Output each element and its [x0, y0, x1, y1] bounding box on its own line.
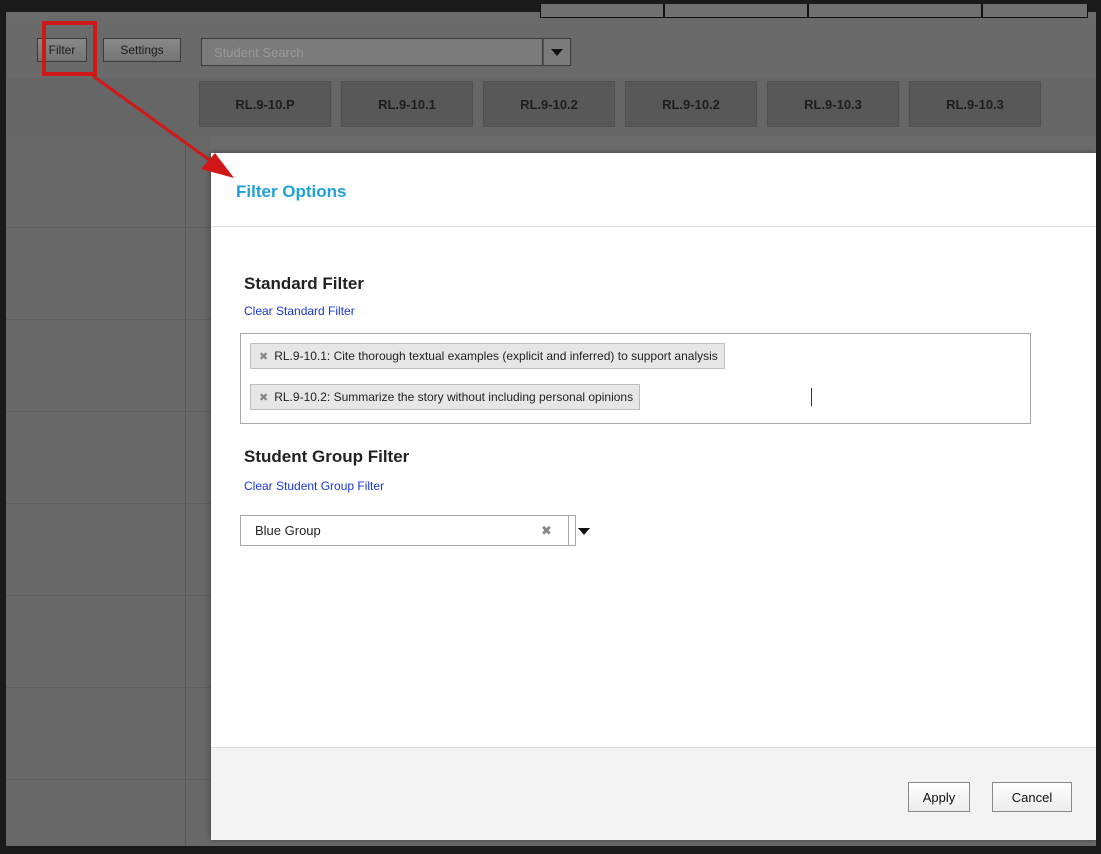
grid-row — [6, 136, 211, 228]
column-header[interactable]: RL.9-10.1 — [341, 81, 473, 127]
standard-tag-label: RL.9-10.2: Summarize the story without i… — [274, 390, 634, 404]
grid-cell — [6, 504, 186, 595]
grid-cell — [6, 780, 186, 850]
grid-cell — [6, 228, 186, 319]
close-icon[interactable]: ✖ — [259, 391, 268, 404]
top-header-cell — [982, 4, 1088, 18]
text-cursor — [811, 388, 812, 406]
close-icon[interactable]: ✖ — [259, 350, 268, 363]
apply-button[interactable]: Apply — [908, 782, 970, 812]
clear-student-group-filter-link[interactable]: Clear Student Group Filter — [244, 479, 384, 493]
clear-standard-filter-link[interactable]: Clear Standard Filter — [244, 304, 355, 318]
grid-cell — [6, 320, 186, 411]
grid-row — [6, 780, 211, 850]
top-header-cell — [808, 4, 982, 18]
grid-row — [6, 504, 211, 596]
search-dropdown-button[interactable] — [543, 38, 571, 66]
column-header[interactable]: RL.9-10.2 — [625, 81, 757, 127]
top-header-cell — [664, 4, 808, 18]
annotation-highlight-box — [42, 21, 97, 76]
select-divider — [568, 516, 569, 545]
close-icon[interactable]: ✖ — [541, 523, 552, 539]
toolbar: Filter Settings Student Search — [6, 18, 1096, 78]
column-header[interactable]: RL.9-10.3 — [909, 81, 1041, 127]
grid-row — [6, 320, 211, 412]
student-search-input[interactable]: Student Search — [201, 38, 543, 66]
filter-options-modal: Filter Options Standard Filter Clear Sta… — [211, 153, 1096, 840]
column-header[interactable]: RL.9-10.P — [199, 81, 331, 127]
standard-filter-title: Standard Filter — [244, 274, 364, 293]
grid-background — [6, 136, 211, 850]
grid-row — [6, 228, 211, 320]
modal-title: Filter Options — [236, 182, 347, 201]
modal-header: Filter Options — [211, 153, 1096, 227]
student-group-select[interactable]: Blue Group ✖ — [240, 515, 590, 546]
top-header-cell — [540, 4, 664, 18]
grid-cell — [6, 596, 186, 687]
standard-tag: ✖ RL.9-10.1: Cite thorough textual examp… — [250, 343, 725, 369]
chevron-down-icon — [551, 48, 563, 56]
grid-row — [6, 688, 211, 780]
app-frame: Filter Settings Student Search RL.9-10.P… — [6, 4, 1096, 850]
standard-tag-label: RL.9-10.1: Cite thorough textual example… — [274, 349, 718, 363]
chevron-down-icon[interactable] — [578, 528, 590, 535]
student-group-filter-title: Student Group Filter — [244, 447, 410, 466]
settings-button[interactable]: Settings — [103, 38, 181, 62]
modal-footer: Apply Cancel — [211, 747, 1096, 840]
grid-cell — [6, 412, 186, 503]
standards-header-row: RL.9-10.P RL.9-10.1 RL.9-10.2 RL.9-10.2 … — [6, 78, 1096, 136]
grid-row — [6, 412, 211, 504]
cancel-button[interactable]: Cancel — [992, 782, 1072, 812]
column-header[interactable]: RL.9-10.2 — [483, 81, 615, 127]
student-group-selected-value: Blue Group — [255, 523, 321, 538]
grid-row — [6, 596, 211, 688]
bottom-strip — [6, 846, 1096, 850]
grid-cell — [6, 688, 186, 779]
standard-tag: ✖ RL.9-10.2: Summarize the story without… — [250, 384, 641, 410]
column-header[interactable]: RL.9-10.3 — [767, 81, 899, 127]
standard-filter-input[interactable]: ✖ RL.9-10.1: Cite thorough textual examp… — [240, 333, 1031, 424]
grid-cell — [6, 136, 186, 227]
